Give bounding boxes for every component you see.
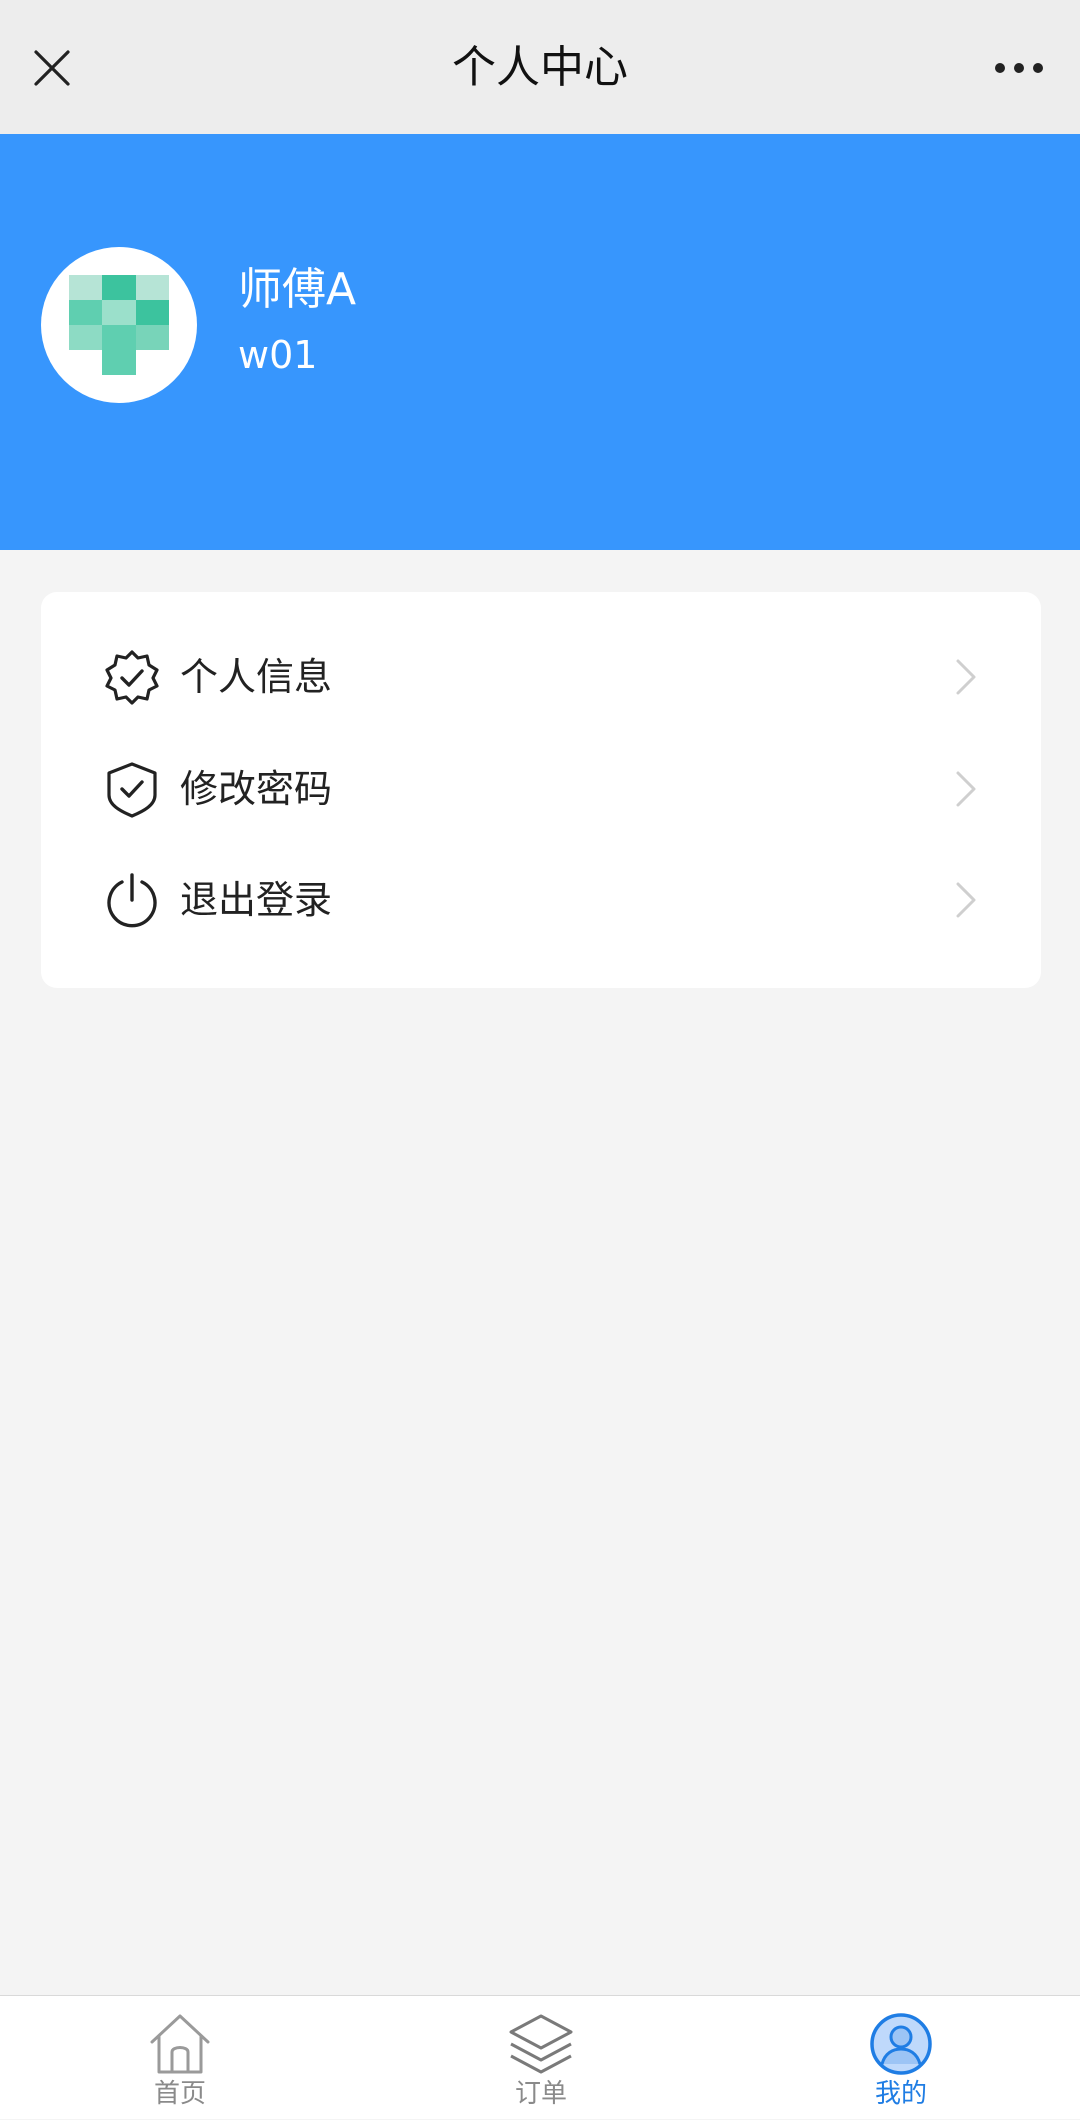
tab-label: 首页 [153,2079,206,2109]
menu-item-logout[interactable]: 退出登录 [41,845,1041,955]
chevron-right-icon [956,771,976,807]
tab-label: 我的 [874,2079,927,2109]
tab-mine[interactable]: 我的 [801,1996,1001,2120]
menu-item-label: 个人信息 [180,655,333,699]
menu-item-label: 退出登录 [180,878,333,922]
power-icon [103,871,161,929]
profile-header: 师傅A w01 [0,134,1080,550]
menu-card: 个人信息 修改密码 退出登录 [41,592,1041,988]
menu-item-personal-info[interactable]: 个人信息 [41,622,1041,732]
tab-label: 订单 [514,2079,567,2109]
chevron-right-icon [956,659,976,695]
tab-orders[interactable]: 订单 [441,1996,641,2120]
chevron-right-icon [956,882,976,918]
verified-badge-icon [103,648,161,706]
avatar [41,247,197,403]
menu-item-change-password[interactable]: 修改密码 [41,734,1041,844]
user-name: 师傅A [238,264,357,315]
home-icon [148,2012,212,2076]
menu-item-label: 修改密码 [180,767,333,811]
identicon-avatar-icon [69,275,169,375]
more-icon[interactable] [984,38,1054,98]
user-id: w01 [238,333,318,377]
user-icon [869,2012,933,2076]
top-navbar: 个人中心 [0,0,1080,134]
bottom-tab-bar: 首页 订单 我的 [0,1995,1080,2119]
close-icon[interactable] [22,38,82,98]
page-title: 个人中心 [452,42,628,93]
shield-check-icon [103,760,161,818]
tab-home[interactable]: 首页 [80,1996,280,2120]
layers-icon [509,2012,573,2076]
